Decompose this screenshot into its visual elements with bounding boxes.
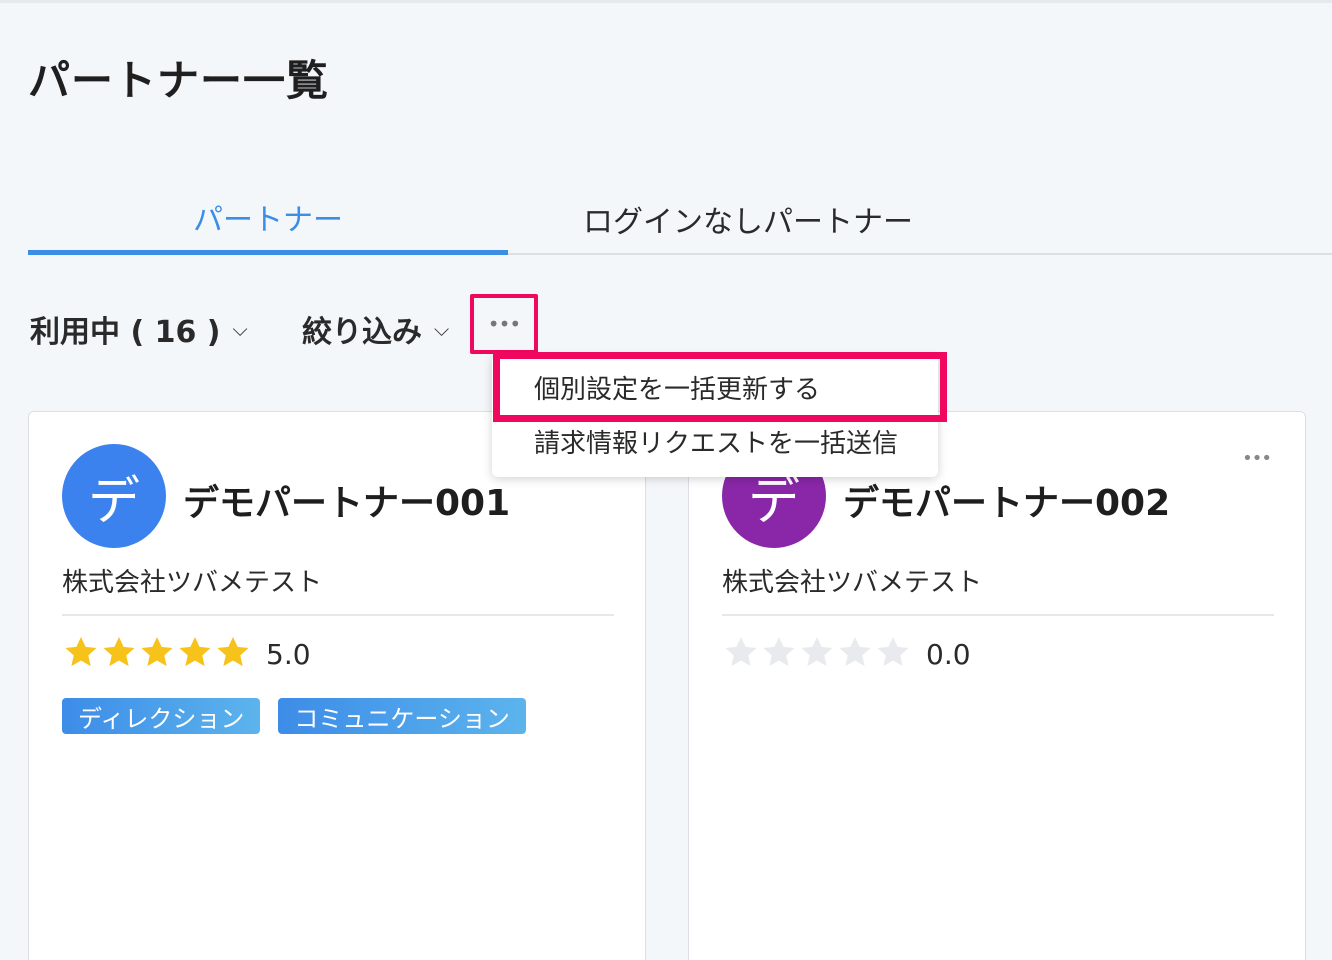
skill-tags: ディレクション コミュニケーション (62, 698, 544, 734)
star-icon (103, 636, 135, 667)
divider (722, 614, 1274, 616)
rating-value: 0.0 (926, 637, 971, 671)
ellipsis-icon: ••• (487, 312, 521, 336)
tab-bar: パートナー ログインなしパートナー (28, 183, 1332, 255)
tab-no-login-partners[interactable]: ログインなしパートナー (508, 183, 988, 255)
skill-tag: ディレクション (62, 698, 261, 734)
ellipsis-icon[interactable]: ••• (1242, 448, 1272, 469)
narrow-filter-label: 絞り込み (302, 315, 422, 350)
star-rating (722, 633, 912, 675)
skill-tag: コミュニケーション (278, 698, 526, 734)
chevron-down-icon: ⌵ (434, 317, 450, 341)
partner-card[interactable]: デ デモパートナー001 株式会社ツバメテスト 5.0 ディレクション コミュニ… (28, 411, 646, 960)
star-icon (65, 636, 97, 667)
rating: 0.0 (722, 634, 971, 674)
tab-partners[interactable]: パートナー (28, 183, 508, 255)
star-icon (725, 636, 757, 667)
company-name: 株式会社ツバメテスト (722, 568, 983, 598)
partner-card[interactable]: デ デモパートナー002 ••• 株式会社ツバメテスト 0.0 (688, 411, 1306, 960)
avatar: デ (62, 444, 166, 548)
menu-item-bulk-send-billing-request[interactable]: 請求情報リクエストを一括送信 (492, 415, 938, 467)
chevron-down-icon: ⌵ (232, 317, 248, 341)
page-title: パートナー一覧 (28, 56, 330, 105)
star-icon (217, 636, 249, 667)
status-filter-label: 利用中 ( 16 ) (30, 315, 221, 350)
more-actions-button[interactable]: ••• (470, 294, 538, 354)
rating: 5.0 (62, 634, 311, 674)
star-icon (141, 636, 173, 667)
menu-item-bulk-update-settings[interactable]: 個別設定を一括更新する (492, 361, 938, 413)
rating-value: 5.0 (266, 637, 311, 671)
star-icon (763, 636, 795, 667)
company-name: 株式会社ツバメテスト (62, 568, 323, 598)
partner-name[interactable]: デモパートナー002 (843, 474, 1170, 526)
star-icon (839, 636, 871, 667)
more-actions-menu: 個別設定を一括更新する 請求情報リクエストを一括送信 (492, 355, 938, 477)
star-icon (801, 636, 833, 667)
star-rating (62, 633, 252, 675)
status-filter-dropdown[interactable]: 利用中 ( 16 ) ⌵ (30, 307, 248, 351)
divider (62, 614, 614, 616)
star-icon (179, 636, 211, 667)
narrow-filter-dropdown[interactable]: 絞り込み ⌵ (302, 307, 449, 351)
star-icon (877, 636, 909, 667)
partner-name[interactable]: デモパートナー001 (183, 474, 510, 526)
